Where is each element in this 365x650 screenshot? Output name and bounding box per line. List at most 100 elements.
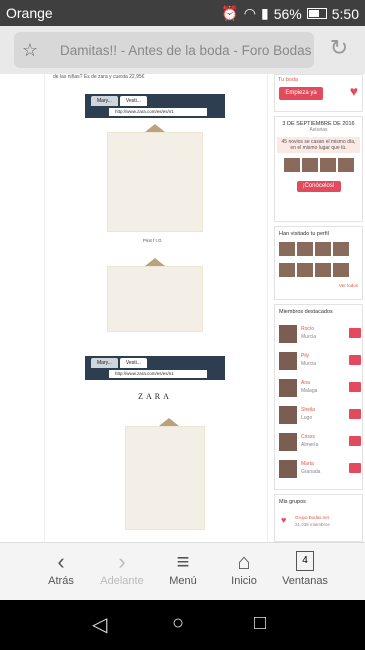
promo-button[interactable]: Empieza ya	[279, 87, 323, 100]
android-nav-bar: ◁ ○ □	[0, 600, 365, 650]
avatar	[279, 406, 297, 424]
avatar[interactable]	[315, 242, 331, 256]
status-bar: Orange ⏰ ◠ ▮ 56% 5:50	[0, 0, 365, 26]
carrier-name: Orange	[6, 5, 53, 21]
see-all-link[interactable]: Ver todos	[275, 283, 362, 288]
avatar[interactable]	[337, 158, 354, 172]
avatar	[279, 352, 297, 370]
member-item[interactable]: Crisss Almería	[279, 431, 361, 453]
hamburger-icon: ≡	[176, 549, 190, 574]
screenshot-tab: Vesti...	[119, 358, 147, 368]
mail-icon[interactable]	[349, 382, 361, 392]
avatar[interactable]	[283, 158, 300, 172]
featured-title: Miembros destacados	[279, 309, 333, 315]
alarm-icon: ⏰	[221, 5, 239, 21]
heart-icon: ♥	[349, 83, 358, 99]
menu-label: Menú	[169, 575, 197, 587]
member-city: Murcia	[301, 361, 317, 367]
screenshot-browser-chrome: Mary... Vesti... http://www.zara.com/es/…	[85, 356, 225, 380]
bookmark-star-icon[interactable]: ☆	[14, 40, 46, 61]
couple-avatars	[275, 157, 362, 178]
member-name: Pily	[301, 353, 310, 359]
avatar[interactable]	[301, 158, 318, 172]
wifi-icon: ◠	[243, 5, 256, 21]
couples-note: 45 novios se casan el mismo día, en el m…	[277, 137, 360, 153]
screenshot-url: http://www.zara.com/es/es/n1	[109, 370, 207, 378]
mail-icon[interactable]	[349, 328, 361, 338]
battery-percent: 56%	[273, 5, 302, 22]
sidebar: Tu boda Empieza ya ♥ 3 DE SEPTIEMBRE DE …	[272, 74, 365, 542]
menu-button[interactable]: ≡ Menú	[152, 543, 214, 601]
tabs-button[interactable]: 4 Ventanas	[274, 543, 336, 601]
share-links[interactable]: Pinit f t G	[143, 238, 162, 243]
member-city: Almería	[301, 442, 319, 448]
nav-back-icon[interactable]: ◁	[92, 612, 107, 637]
embedded-screenshot: Mary... Vesti... http://www.zara.com/es/…	[85, 356, 225, 542]
dress-back-image-frame	[85, 252, 225, 336]
zara-logo: ZARA	[138, 392, 172, 401]
chevron-right-icon: ›	[118, 549, 126, 574]
hanger-icon	[145, 124, 165, 132]
featured-members-card: Miembros destacados Rocío Murcia Pily Murc…	[274, 304, 363, 490]
hanger-icon	[159, 418, 179, 426]
reload-icon[interactable]: ↻	[327, 36, 351, 60]
avatar	[279, 433, 297, 451]
visitors-card: Han visitado tu perfil Ver todos	[274, 226, 363, 300]
avatar	[279, 325, 297, 343]
screenshot-tab: Vesti...	[119, 96, 147, 106]
member-item[interactable]: Pily Murcia	[279, 350, 361, 372]
forward-button[interactable]: › Adelante	[91, 543, 153, 601]
member-name: Marta	[301, 461, 314, 467]
screenshot-url: http://www.zara.com/es/es/n1	[109, 108, 207, 116]
avatar[interactable]	[315, 263, 331, 277]
member-city: Granada	[301, 469, 321, 475]
nav-recents-icon[interactable]: □	[254, 612, 266, 635]
mail-icon[interactable]	[349, 436, 361, 446]
avatar	[279, 379, 297, 397]
member-item[interactable]: Ana Malaga	[279, 377, 361, 399]
avatar[interactable]	[279, 263, 295, 277]
nav-home-icon[interactable]: ○	[172, 612, 184, 635]
heart-icon: ♥	[281, 515, 287, 525]
forum-post: de las niñas? Es de zara y cuesta 22,95€…	[44, 74, 268, 542]
mail-icon[interactable]	[349, 355, 361, 365]
avatar[interactable]	[297, 263, 313, 277]
home-icon: ⌂	[237, 549, 251, 574]
groups-title: Mis grupos	[279, 499, 306, 505]
member-item[interactable]: Marta Granada	[279, 458, 361, 480]
avatar[interactable]	[297, 242, 313, 256]
signal-icon: ▮	[261, 5, 269, 21]
screenshot-tab: Mary...	[91, 96, 118, 106]
url-field[interactable]: ☆ Damitas!! - Antes de la boda - Foro Bo…	[14, 32, 314, 68]
avatar	[279, 460, 297, 478]
dress-image	[107, 132, 203, 232]
dress-back-image	[107, 266, 203, 332]
visitors-title: Han visitado tu perfil	[279, 231, 329, 237]
group-name[interactable]: Grupo Bodas.net	[295, 515, 329, 520]
clock: 5:50	[331, 5, 359, 22]
mail-icon[interactable]	[349, 463, 361, 473]
avatar[interactable]	[333, 263, 349, 277]
wedding-date-card: 3 DE SEPTIEMBRE DE 2016 Asturias 45 novi…	[274, 116, 363, 222]
avatar[interactable]	[319, 158, 336, 172]
member-city: Lugo	[301, 415, 313, 421]
back-button[interactable]: ‹ Atrás	[30, 543, 92, 601]
member-item[interactable]: Sheila Lugo	[279, 404, 361, 426]
member-city: Malaga	[301, 388, 318, 394]
home-label: Inicio	[231, 575, 257, 587]
page-title: Damitas!! - Antes de la boda - Foro Boda…	[60, 42, 312, 58]
web-page: de las niñas? Es de zara y cuesta 22,95€…	[0, 74, 365, 542]
member-item[interactable]: Rocío Murcia	[279, 323, 361, 345]
member-name: Crisss	[301, 434, 315, 440]
battery-icon	[306, 8, 327, 19]
screenshot-tab: Mary...	[91, 358, 118, 368]
browser-toolbar: ‹ Atrás › Adelante ≡ Menú ⌂ Inicio 4 Ven…	[0, 542, 365, 600]
visitor-avatars	[275, 241, 362, 283]
avatar[interactable]	[333, 242, 349, 256]
group-members: 21.038 miembros	[295, 522, 330, 527]
mail-icon[interactable]	[349, 409, 361, 419]
home-button[interactable]: ⌂ Inicio	[213, 543, 275, 601]
avatar[interactable]	[279, 242, 295, 256]
meet-couples-button[interactable]: ¡Conócelos!	[296, 181, 341, 192]
browser-address-bar: ☆ Damitas!! - Antes de la boda - Foro Bo…	[0, 26, 365, 74]
